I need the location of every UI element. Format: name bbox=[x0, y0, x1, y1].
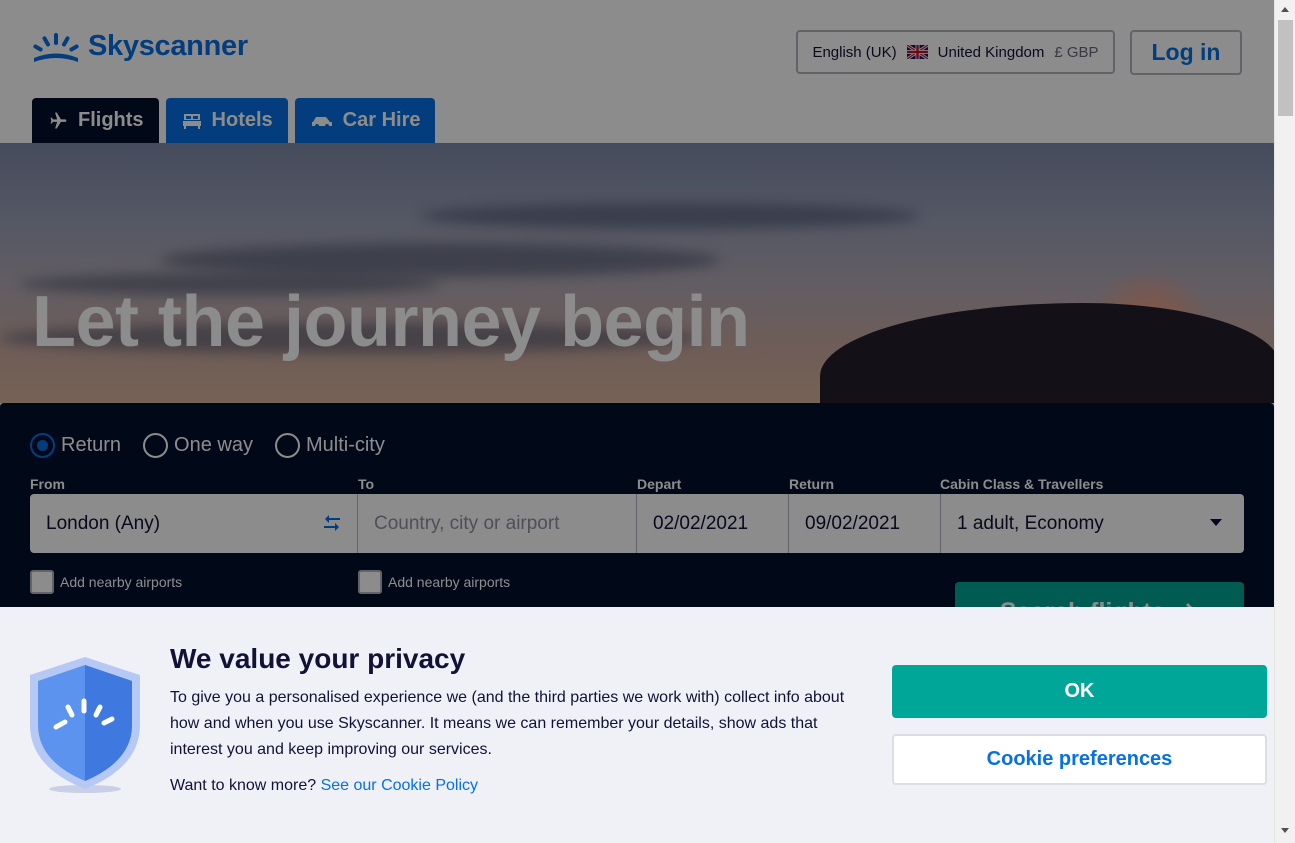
scroll-up-arrow-icon[interactable] bbox=[1281, 7, 1289, 12]
modal-backdrop bbox=[0, 0, 1274, 607]
cookie-more-info: Want to know more? See our Cookie Policy bbox=[170, 777, 478, 795]
privacy-shield-icon bbox=[30, 657, 140, 793]
cookie-title: We value your privacy bbox=[170, 643, 466, 674]
scroll-down-arrow-icon[interactable] bbox=[1281, 828, 1289, 833]
scroll-thumb[interactable] bbox=[1278, 20, 1293, 116]
cookie-ok-button[interactable]: OK bbox=[892, 665, 1267, 718]
cookie-policy-link[interactable]: See our Cookie Policy bbox=[321, 777, 478, 794]
vertical-scrollbar[interactable] bbox=[1274, 0, 1295, 843]
cookie-more-text: Want to know more? bbox=[170, 777, 317, 794]
cookie-preferences-button[interactable]: Cookie preferences bbox=[892, 734, 1267, 785]
cookie-description: To give you a personalised experience we… bbox=[170, 689, 845, 758]
cookie-consent-banner: We value your privacy To give you a pers… bbox=[0, 607, 1274, 843]
